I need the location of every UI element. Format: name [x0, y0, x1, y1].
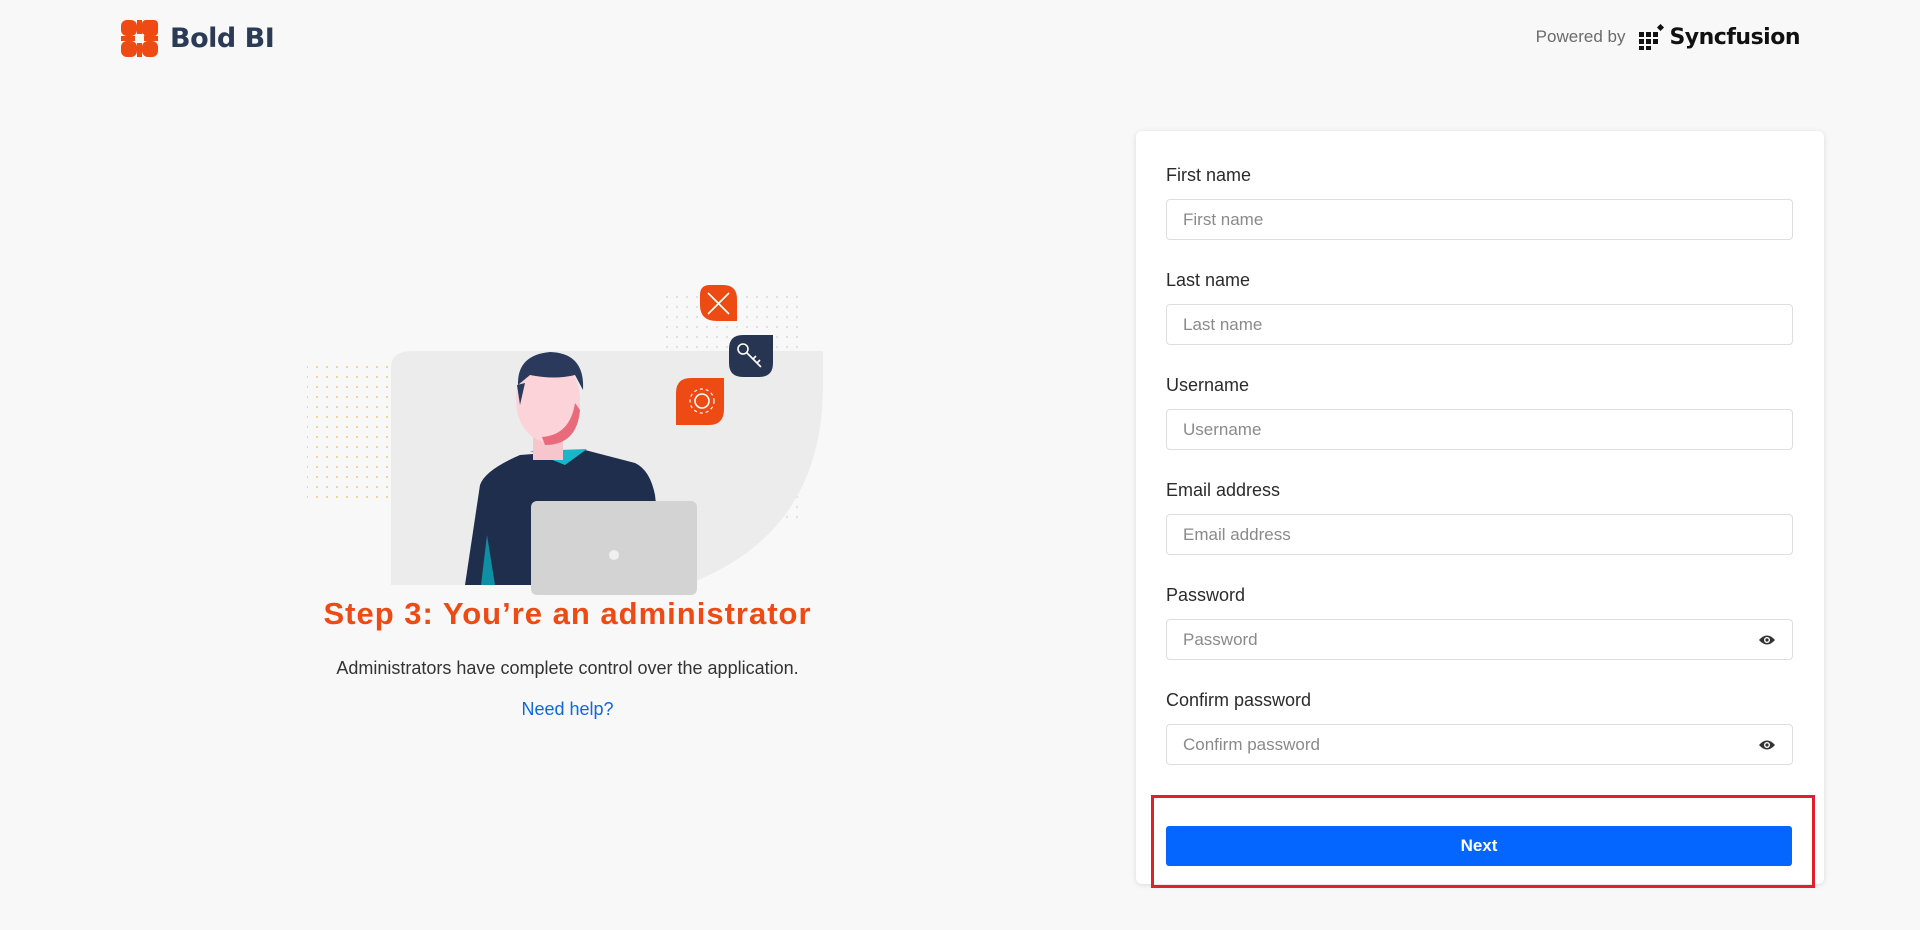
confirm-password-input[interactable]	[1183, 734, 1758, 755]
powered-by: Powered by Syncfusion	[1536, 24, 1800, 50]
first-name-label: First name	[1166, 165, 1252, 185]
first-name-field: First name	[1166, 165, 1793, 240]
step-title: Step 3: You’re an administrator	[323, 596, 812, 631]
syncfusion-logo: Syncfusion	[1639, 24, 1800, 50]
password-label: Password	[1166, 585, 1246, 605]
password-input-wrap	[1166, 619, 1793, 660]
first-name-input[interactable]	[1183, 209, 1776, 230]
step-description: Administrators have complete control ove…	[336, 658, 799, 678]
bold-bi-logo-icon	[121, 20, 158, 57]
bold-bi-logo: Bold BI	[121, 20, 275, 57]
password-input[interactable]	[1183, 629, 1758, 650]
username-input-wrap	[1166, 409, 1793, 450]
email-input[interactable]	[1183, 524, 1776, 545]
confirm-password-input-wrap	[1166, 724, 1793, 765]
email-field: Email address	[1166, 480, 1793, 555]
password-field: Password	[1166, 585, 1793, 660]
admin-form-card: First name Last name Username Email addr…	[1136, 131, 1824, 884]
username-input[interactable]	[1183, 419, 1776, 440]
email-input-wrap	[1166, 514, 1793, 555]
eye-icon[interactable]	[1758, 634, 1776, 646]
last-name-input[interactable]	[1183, 314, 1776, 335]
username-label: Username	[1166, 375, 1250, 395]
next-button[interactable]: Next	[1166, 826, 1792, 866]
administrator-illustration	[307, 285, 823, 595]
logo-text: Bold BI	[170, 23, 275, 54]
syncfusion-text: Syncfusion	[1669, 24, 1800, 50]
last-name-field: Last name	[1166, 270, 1793, 345]
confirm-password-field: Confirm password	[1166, 690, 1793, 765]
powered-by-label: Powered by	[1535, 27, 1626, 46]
last-name-input-wrap	[1166, 304, 1793, 345]
eye-icon[interactable]	[1758, 739, 1776, 751]
username-field: Username	[1166, 375, 1793, 450]
last-name-label: Last name	[1166, 270, 1251, 290]
gear-icon	[676, 378, 724, 425]
first-name-input-wrap	[1166, 199, 1793, 240]
email-label: Email address	[1166, 480, 1281, 500]
syncfusion-mark-icon	[1639, 24, 1665, 50]
need-help-link[interactable]: Need help?	[240, 699, 895, 720]
confirm-password-label: Confirm password	[1166, 690, 1312, 710]
